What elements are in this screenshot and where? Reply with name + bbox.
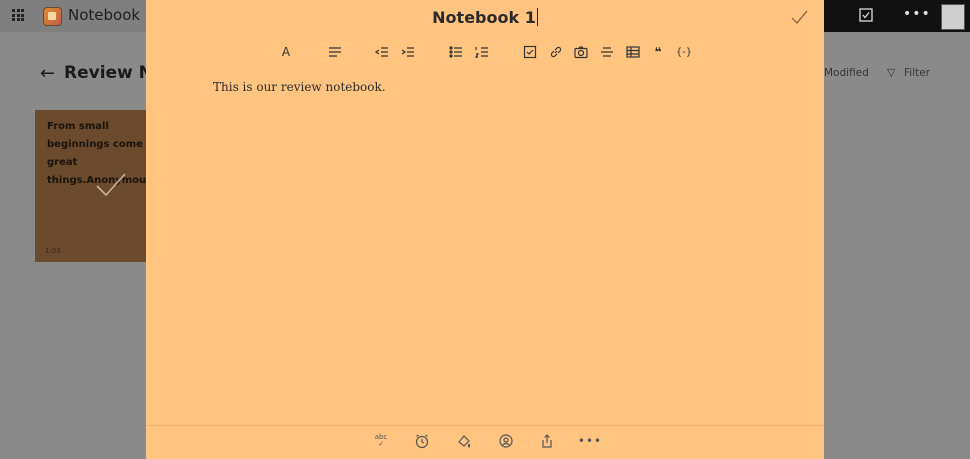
text-caret bbox=[536, 8, 538, 26]
editor-title-field[interactable]: Notebook 1 bbox=[146, 8, 824, 27]
export-icon[interactable] bbox=[537, 431, 557, 451]
app-title: Notebook bbox=[68, 6, 141, 24]
text-format-icon[interactable]: A bbox=[276, 42, 296, 62]
link-icon[interactable] bbox=[546, 42, 566, 62]
avatar[interactable] bbox=[941, 4, 965, 30]
numbered-list-icon[interactable] bbox=[472, 42, 492, 62]
done-check-icon[interactable] bbox=[788, 6, 812, 30]
back-arrow-icon[interactable]: ← bbox=[40, 63, 55, 84]
note-editor: Notebook 1 A ❝ {-} This is our review no… bbox=[146, 0, 824, 459]
table-icon[interactable] bbox=[623, 42, 643, 62]
more-icon[interactable]: ••• bbox=[578, 431, 601, 451]
apps-grid-icon[interactable] bbox=[12, 9, 24, 21]
code-icon[interactable]: {-} bbox=[674, 42, 694, 62]
editor-body[interactable]: This is our review notebook. bbox=[213, 80, 386, 94]
camera-icon[interactable] bbox=[571, 42, 591, 62]
footer-divider bbox=[146, 425, 824, 426]
reminder-icon[interactable] bbox=[412, 431, 432, 451]
align-icon[interactable] bbox=[325, 42, 345, 62]
quote-icon[interactable]: ❝ bbox=[648, 42, 668, 62]
color-fill-icon[interactable] bbox=[454, 431, 474, 451]
checkbox-icon[interactable] bbox=[520, 42, 540, 62]
bulleted-list-icon[interactable] bbox=[446, 42, 466, 62]
indent-decrease-icon[interactable] bbox=[372, 42, 392, 62]
tasks-icon[interactable] bbox=[858, 7, 874, 27]
strikethrough-icon[interactable] bbox=[597, 42, 617, 62]
filter-button[interactable]: Filter bbox=[904, 67, 930, 79]
share-user-icon[interactable] bbox=[496, 431, 516, 451]
indent-increase-icon[interactable] bbox=[398, 42, 418, 62]
header-more-icon[interactable]: ••• bbox=[903, 6, 931, 22]
sort-button[interactable]: Modified bbox=[824, 67, 869, 79]
spellcheck-icon[interactable]: abc ✓ bbox=[371, 431, 391, 451]
spellcheck-label: abc bbox=[374, 433, 388, 441]
editor-title-text[interactable]: Notebook 1 bbox=[432, 8, 536, 27]
note-card-date: 1:03 bbox=[45, 247, 61, 255]
notebook-logo-icon bbox=[43, 7, 62, 26]
filter-icon[interactable]: ▽ bbox=[887, 66, 895, 79]
selected-check-icon bbox=[96, 173, 126, 197]
note-card[interactable]: From small beginnings come great things.… bbox=[35, 110, 152, 262]
